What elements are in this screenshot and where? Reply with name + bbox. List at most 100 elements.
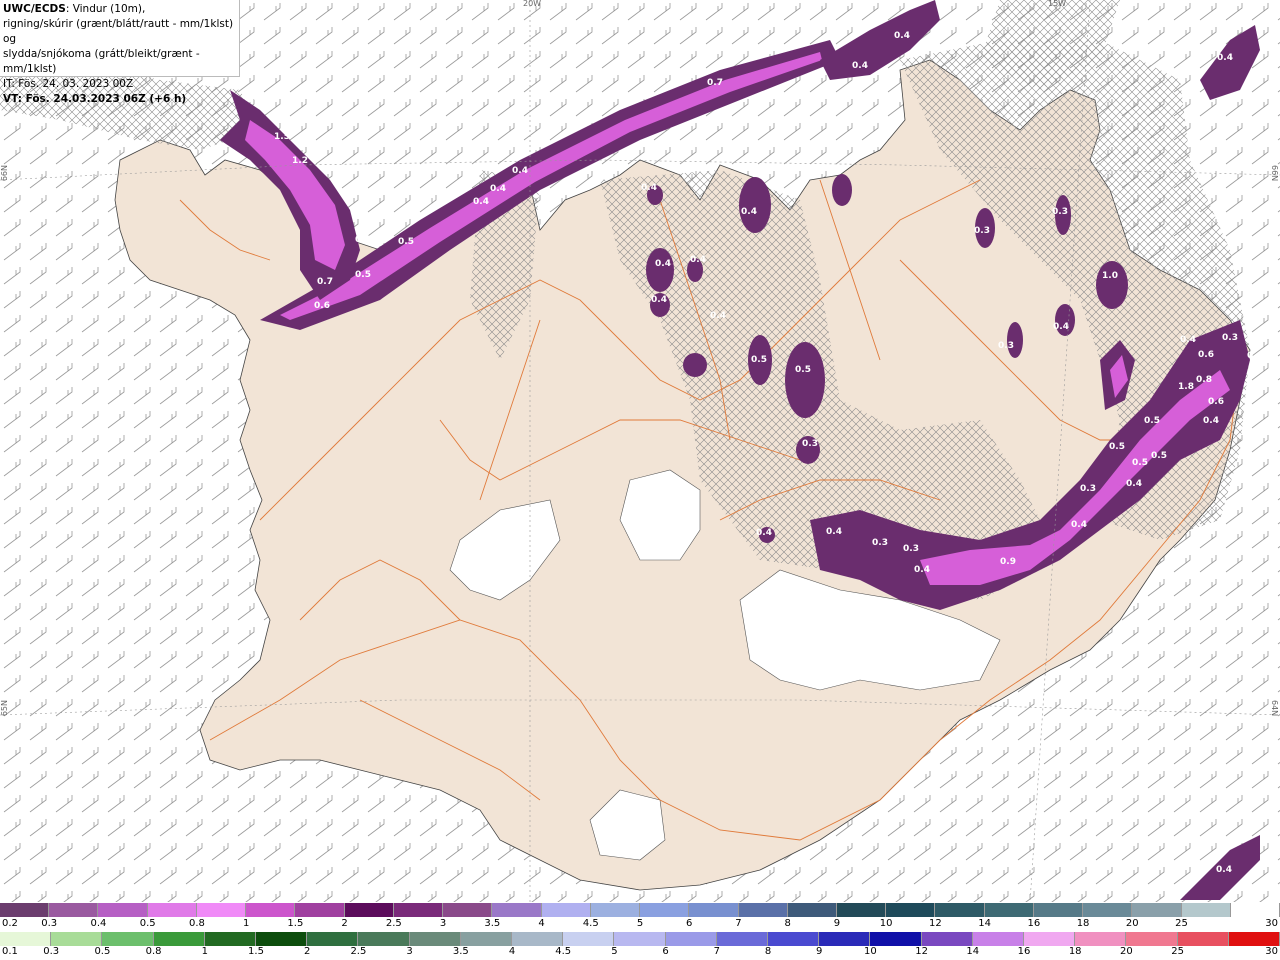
legend-tick-label: 1.5 — [287, 918, 304, 929]
legend-tick-label: 4 — [508, 946, 516, 957]
legend-tick-label: 0.3 — [43, 946, 60, 957]
grid-label-66n-right: 66N — [1270, 165, 1279, 182]
grid-label-15w: 15W — [1048, 0, 1067, 8]
precip-value-label: 0.5 — [795, 365, 811, 375]
legend-tick-label: 25 — [1171, 946, 1184, 957]
rain-description: rigning/skúrir (grænt/blátt/rautt - mm/1… — [3, 18, 234, 45]
precip-value-label: 1.0 — [1102, 271, 1118, 281]
precip-value-label: 0.7 — [707, 78, 723, 88]
legend-tick-label: 5 — [611, 946, 618, 957]
legend-swatch — [443, 903, 493, 917]
legend-swatch — [1033, 903, 1084, 917]
legend-rain-ticks: 0.1 0.3 0.5 0.8 1 1.5 2 2.5 3 3.5 4 4.5 5 6 7 8 9 10 12 14 1… — [0, 946, 1280, 960]
legend-swatch — [972, 932, 1025, 946]
legend-tick-label: 0.1 — [2, 946, 18, 957]
legend-swatch — [460, 932, 513, 946]
legend-tick-label: 30 — [1265, 918, 1278, 929]
legend-tick-label: 0.2 — [2, 918, 18, 929]
legend-tick-label: 3.5 — [452, 946, 469, 957]
grid-label-20w: 20W — [523, 0, 542, 8]
legend-swatch — [51, 932, 103, 946]
legend-swatch — [153, 932, 205, 946]
precip-value-label: 0.4 — [247, 93, 263, 103]
legend-tick-label: 9 — [833, 918, 841, 929]
precip-value-label: 0.4 — [641, 183, 657, 193]
legend-swatch — [344, 903, 394, 917]
legend-tick-label: 8 — [784, 918, 791, 929]
precip-value-label: 0.4 — [1247, 351, 1263, 361]
legend-swatch — [1132, 903, 1182, 917]
legend-tick-label: 6 — [662, 946, 669, 957]
precip-value-label: 0.5 — [1132, 458, 1148, 468]
valid-time: VT: Fös. 24.03.2023 06Z (+6 h) — [3, 93, 187, 105]
precip-value-label: 0.4 — [1203, 416, 1219, 426]
legend-tick-label: 30 — [1265, 946, 1278, 957]
legend-tick-label: 14 — [978, 918, 991, 929]
legend-swatch — [563, 932, 615, 946]
precip-value-label: 0.4 — [512, 166, 528, 176]
precip-value-label: 0.4 — [1053, 322, 1069, 332]
legend-swatch — [716, 932, 769, 946]
legend-tick-label: 2 — [304, 946, 311, 957]
precip-value-label: 0.9 — [1000, 557, 1016, 567]
precip-value-label: 0.4 — [655, 259, 671, 269]
legend-swatch — [1083, 903, 1133, 917]
legend-tick-label: 0.3 — [41, 918, 58, 929]
precip-value-label: 0.7 — [317, 277, 333, 287]
legend-swatch — [836, 903, 887, 917]
legend-tick-label: 0.8 — [188, 918, 205, 929]
legend-swatch — [204, 932, 257, 946]
precip-value-label: 0.4 — [894, 31, 910, 41]
legend-tick-label: 25 — [1175, 918, 1188, 929]
legend-tick-label: 2.5 — [350, 946, 367, 957]
legend-tick-label: 7 — [713, 946, 720, 957]
legend-swatch — [358, 932, 410, 946]
legend-tick-label: 1.5 — [248, 946, 264, 957]
precip-value-label: 0.4 — [490, 184, 506, 194]
legend-swatch — [492, 903, 542, 917]
legend-rain-colorbar — [0, 932, 1280, 946]
legend-tick-label: 9 — [816, 946, 823, 957]
legend-swatch — [1024, 932, 1076, 946]
legend-swatch — [1075, 932, 1127, 946]
precip-value-label: 0.5 — [1109, 442, 1125, 452]
legend-swatch — [102, 932, 154, 946]
precip-value-label: 1.2 — [292, 156, 308, 166]
legend-swatch — [935, 903, 985, 917]
legend-swatch — [0, 903, 50, 917]
legend-tick-label: 0.5 — [94, 946, 111, 957]
grid-label-65n-left: 65N — [0, 700, 9, 717]
precip-value-label: 0.4 — [914, 565, 930, 575]
precip-value-label: 1.5 — [274, 132, 290, 142]
precip-value-label: 0.4 — [826, 527, 842, 537]
legend-swatch — [738, 903, 788, 917]
legend-swatch — [921, 932, 973, 946]
precip-value-label: 0.4 — [473, 197, 489, 207]
precip-value-label: 0.3 — [1080, 484, 1096, 494]
grid-label-64n-right: 64N — [1270, 700, 1279, 717]
legend-tick-label: 0.4 — [90, 918, 107, 929]
init-time: IT: Fös. 24. 03. 2023 00Z — [3, 78, 134, 90]
legend-swatch — [409, 932, 461, 946]
legend-swatch — [1230, 903, 1280, 917]
legend-swatch — [1126, 932, 1178, 946]
precip-value-label: 0.6 — [1208, 397, 1224, 407]
legend-swatch — [768, 932, 820, 946]
legend-swatch — [665, 932, 717, 946]
legend-swatch — [256, 932, 308, 946]
legend-swatch — [1181, 903, 1231, 917]
precip-value-label: 0.4 — [1126, 479, 1142, 489]
legend-tick-label: 0.5 — [139, 918, 156, 929]
legend-tick-label: 14 — [966, 946, 980, 957]
precip-value-label: 0.6 — [355, 235, 371, 245]
legend-tick-label: 16 — [1027, 918, 1041, 929]
legend-tick-label: 3 — [406, 946, 413, 957]
legend-snow-colorbar — [0, 903, 1280, 917]
legend-swatch — [614, 932, 666, 946]
legend-swatch — [307, 932, 359, 946]
legend-tick-label: 12 — [929, 918, 942, 929]
precip-value-label: 0.5 — [751, 355, 767, 365]
legend-swatch — [295, 903, 345, 917]
legend-tick-label: 2.5 — [385, 918, 402, 929]
precip-value-label: 1.8 — [1178, 382, 1194, 392]
